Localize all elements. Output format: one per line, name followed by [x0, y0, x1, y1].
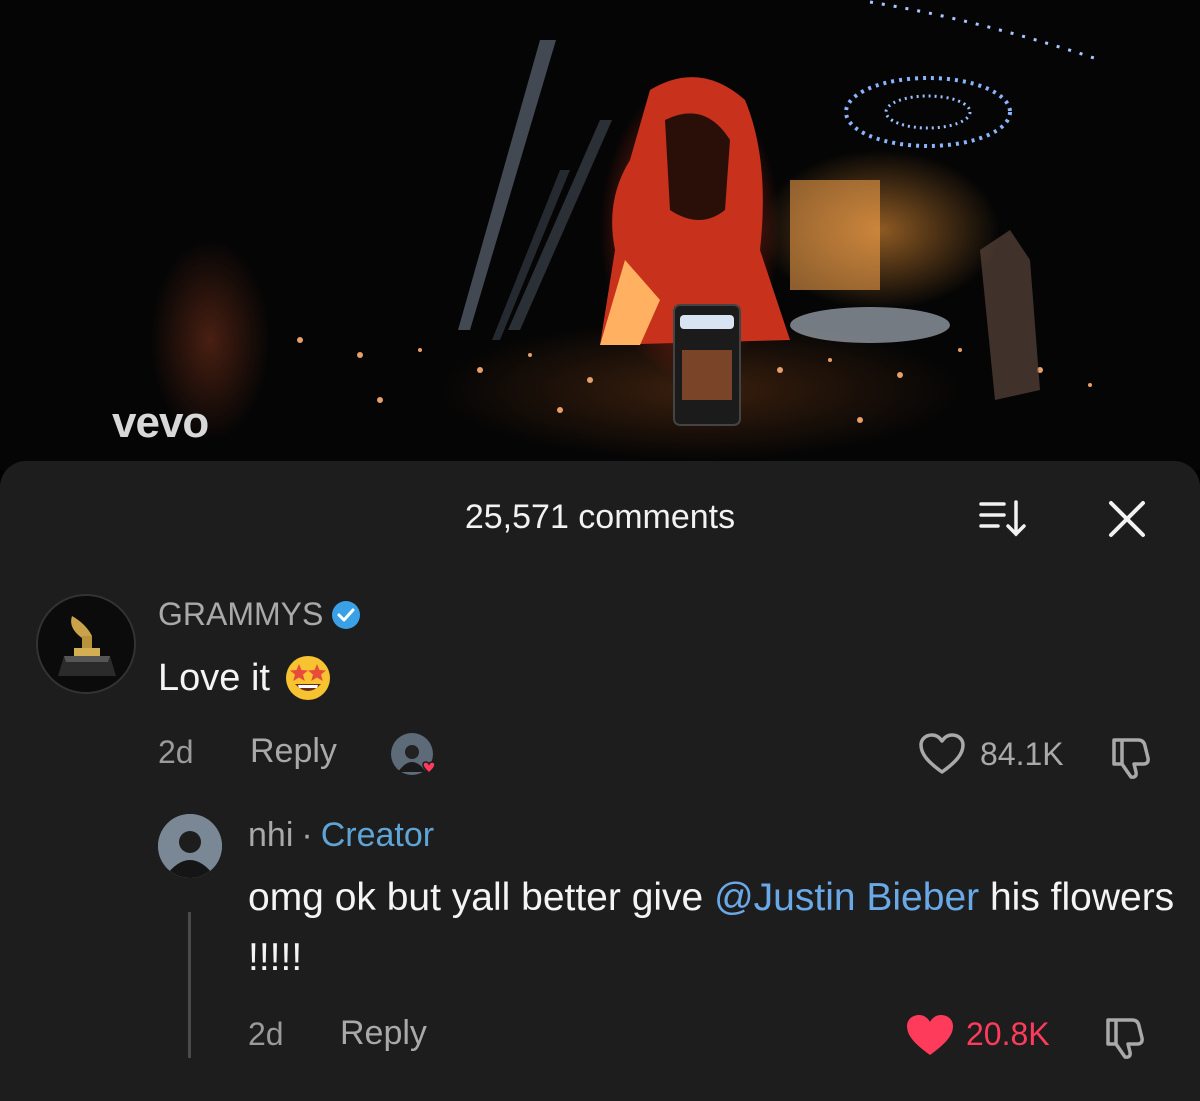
separator: ·: [301, 816, 313, 854]
comment-text: Love it: [158, 656, 270, 699]
heart-filled-icon[interactable]: [904, 1012, 956, 1058]
avatar[interactable]: [36, 594, 136, 694]
reply-button[interactable]: Reply: [340, 1014, 427, 1053]
heart-outline-icon[interactable]: [918, 732, 966, 776]
reply-button[interactable]: Reply: [250, 732, 337, 771]
comment-age: 2d: [158, 734, 194, 770]
like-count: 84.1K: [980, 736, 1064, 772]
user-avatar-icon: [158, 814, 222, 878]
like-count: 20.8K: [966, 1016, 1050, 1052]
reply-age: 2d: [248, 1016, 284, 1052]
vevo-watermark: vevo: [112, 398, 209, 447]
video-player[interactable]: vevo: [0, 0, 1200, 470]
comment-body: Love it: [158, 654, 332, 702]
reply-header: nhi · Creator: [248, 816, 434, 855]
close-icon[interactable]: [1106, 498, 1148, 540]
username[interactable]: GRAMMYS: [158, 596, 323, 633]
sort-down-icon[interactable]: [978, 498, 1026, 538]
thread-line: [188, 912, 191, 1058]
gramophone-icon: [38, 596, 134, 692]
creator-liked-avatar: [391, 733, 436, 775]
comments-sheet: [0, 461, 1200, 1101]
username[interactable]: nhi: [248, 816, 293, 854]
dislike-icon[interactable]: [1102, 1014, 1150, 1060]
creator-badge: Creator: [320, 816, 435, 854]
star-struck-emoji-icon: [285, 656, 330, 700]
reply-text: omg ok but yall better give @Justin Bieb…: [248, 868, 1178, 988]
mention-link[interactable]: @Justin Bieber: [714, 876, 979, 919]
reply-text-before: omg ok but yall better give: [248, 876, 715, 919]
verified-badge-icon: [332, 600, 361, 629]
dislike-icon[interactable]: [1108, 734, 1156, 780]
avatar[interactable]: [158, 814, 222, 878]
comment-header: GRAMMYS: [158, 596, 361, 633]
